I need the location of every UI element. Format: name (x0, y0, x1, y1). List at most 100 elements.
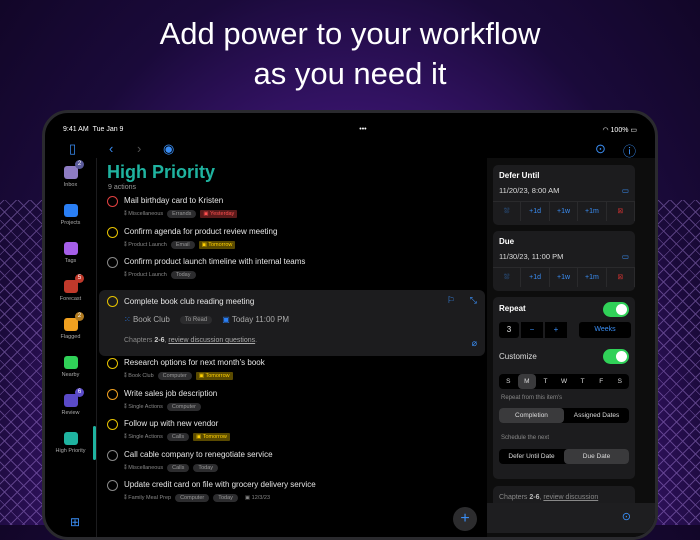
sidebar-item-tags[interactable]: Tags (45, 234, 96, 272)
selected-task[interactable]: Complete book club reading meeting ⚐ ⤡ ⁙… (99, 290, 485, 356)
defer-value[interactable]: 11/20/23, 8:00 AM ▭ (493, 180, 635, 201)
task-row[interactable]: Mail birthday card to Kristen ⁑ Miscellan… (99, 194, 485, 224)
due-value[interactable]: 11/30/23, 11:00 PM ▭ (493, 246, 635, 267)
status-bar: 9:41 AM Tue Jan 9 ••• ◠ 100% ▭ (63, 126, 637, 134)
sidebar-item-projects[interactable]: Projects (45, 196, 96, 234)
project[interactable]: ⁑ Product Launch (124, 272, 167, 278)
tag[interactable]: Errands (167, 210, 197, 218)
defer-label: Defer Until (499, 171, 540, 180)
more-icon[interactable]: ⊙ (595, 141, 606, 157)
project[interactable]: ⁑ Book Club (124, 373, 154, 379)
weekday-2[interactable]: T (536, 374, 555, 389)
defer-date-option[interactable]: Defer Until Date (499, 449, 564, 464)
plus-1w-button[interactable]: +1w (550, 268, 579, 287)
due-date[interactable]: ▣ Today 11:00 PM (222, 315, 289, 324)
status-circle[interactable] (107, 480, 118, 491)
project[interactable]: ⁑ Family Meal Prep (124, 495, 171, 501)
tag[interactable]: Computer (166, 403, 201, 411)
sidebar-item-high-priority[interactable]: High Priority (45, 424, 96, 462)
increment-button[interactable]: + (545, 322, 567, 338)
quick-open-icon[interactable]: ⊞ (70, 515, 80, 529)
tag[interactable]: Computer (175, 494, 210, 502)
project[interactable]: ⁑ Miscellaneous (124, 465, 163, 471)
sidebar-item-review[interactable]: Review 6 (45, 386, 96, 424)
back-icon[interactable]: ‹ (109, 141, 113, 156)
project[interactable]: ⁑ Single Actions (124, 404, 163, 410)
project[interactable]: ⁑ Single Actions (124, 434, 163, 440)
add-button[interactable]: + (453, 507, 477, 531)
status-circle[interactable] (107, 419, 118, 430)
clear-icon[interactable]: ⊠ (607, 268, 636, 287)
tag[interactable]: Computer (157, 372, 192, 380)
unit-select[interactable]: Weeks (579, 322, 631, 338)
project[interactable]: ⁙ Book Club (124, 315, 170, 324)
tag[interactable]: Today (170, 271, 196, 279)
weekday-0[interactable]: S (499, 374, 518, 389)
sidebar-item-nearby[interactable]: Nearby (45, 348, 96, 386)
status-circle[interactable] (107, 257, 118, 268)
customize-toggle[interactable] (603, 349, 629, 364)
task-list: High Priority 9 actions Complete book cl… (99, 158, 485, 537)
plus-1w-button[interactable]: +1w (550, 202, 579, 221)
project[interactable]: ⁑ Product Launch (124, 242, 167, 248)
clear-icon[interactable]: ⊠ (607, 202, 636, 221)
due-date-option[interactable]: Due Date (564, 449, 629, 464)
flag-icon[interactable]: ⚐ (447, 295, 455, 306)
task-row[interactable]: Confirm agenda for product review meetin… (99, 225, 485, 255)
plus-1d-button[interactable]: +1d (521, 268, 550, 287)
task-title: Complete book club reading meeting (124, 297, 255, 306)
sidebar-item-forecast[interactable]: Forecast 5 (45, 272, 96, 310)
plus-1m-button[interactable]: +1m (578, 202, 607, 221)
weekday-3[interactable]: W (555, 374, 574, 389)
forecast-icon (63, 280, 78, 293)
more-icon[interactable]: ⊙ (622, 510, 631, 523)
plus-1m-button[interactable]: +1m (578, 268, 607, 287)
repeat-count[interactable]: 3 (499, 322, 519, 338)
weekday-1[interactable]: M (517, 374, 537, 389)
task-row[interactable]: Follow up with new vendor ⁑ Single Action… (99, 417, 485, 447)
plus-1d-button[interactable]: +1d (521, 202, 550, 221)
status-circle[interactable] (107, 296, 118, 307)
tag[interactable]: Today (193, 464, 219, 472)
attachment-icon[interactable]: ⌀ (472, 338, 477, 349)
tag[interactable]: To Read (179, 315, 213, 324)
weekday-picker: SMTWTFS (499, 374, 629, 389)
status-circle[interactable] (107, 358, 118, 369)
task-row[interactable]: Write sales job description ⁑ Single Acti… (99, 387, 485, 417)
today-icon[interactable]: ⛆ (493, 202, 522, 221)
due-badge: ▣ Tomorrow (198, 241, 236, 249)
task-title: Write sales job description (124, 389, 218, 398)
weekday-4[interactable]: T (573, 374, 592, 389)
task-row[interactable]: Research options for next month's book ⁑ … (99, 356, 485, 386)
sidebar-item-label: Inbox (63, 182, 78, 188)
completion-option[interactable]: Completion (499, 408, 564, 423)
status-circle[interactable] (107, 450, 118, 461)
task-row[interactable]: Update credit card on file with grocery … (99, 478, 485, 508)
headline-line: as you need it (253, 56, 447, 91)
today-icon[interactable]: ⛆ (493, 268, 522, 287)
status-circle[interactable] (107, 196, 118, 207)
decrement-button[interactable]: − (521, 322, 543, 338)
tag[interactable]: Today (213, 494, 238, 502)
tag[interactable]: Calls (167, 464, 190, 472)
forward-icon[interactable]: › (137, 141, 141, 156)
sidebar-item-inbox[interactable]: Inbox 2 (45, 158, 96, 196)
weekday-5[interactable]: F (592, 374, 611, 389)
status-circle[interactable] (107, 227, 118, 238)
tag[interactable]: Calls (166, 433, 190, 441)
status-time: 9:41 AM Tue Jan 9 (63, 126, 124, 133)
weekday-6[interactable]: S (610, 374, 629, 389)
tag[interactable]: Email (170, 241, 195, 249)
task-note[interactable]: Chapters 2-6, review discussion question… (124, 337, 257, 344)
sidebar-toggle-icon[interactable]: ▯ (69, 141, 76, 157)
sidebar-item-flagged[interactable]: Flagged 2 (45, 310, 96, 348)
collapse-icon[interactable]: ⤡ (470, 295, 477, 306)
repeat-from-segment: Completion Assigned Dates (499, 408, 629, 423)
status-circle[interactable] (107, 389, 118, 400)
task-row[interactable]: Call cable company to renegotiate servic… (99, 448, 485, 478)
assigned-dates-option[interactable]: Assigned Dates (564, 408, 629, 423)
project[interactable]: ⁑ Miscellaneous (124, 211, 163, 217)
task-row[interactable]: Confirm product launch timeline with int… (99, 255, 485, 285)
eye-icon[interactable]: ◉ (163, 141, 174, 157)
repeat-toggle[interactable] (603, 302, 629, 317)
